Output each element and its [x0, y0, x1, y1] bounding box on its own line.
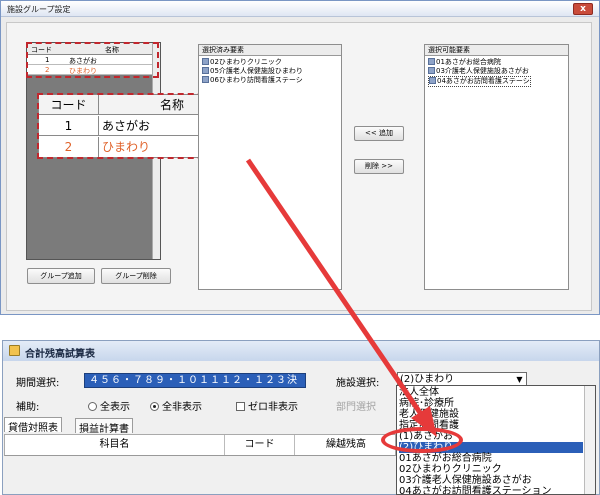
annotation-circle	[381, 427, 463, 453]
arrow-line	[245, 158, 428, 422]
annotation-arrow	[245, 158, 437, 437]
